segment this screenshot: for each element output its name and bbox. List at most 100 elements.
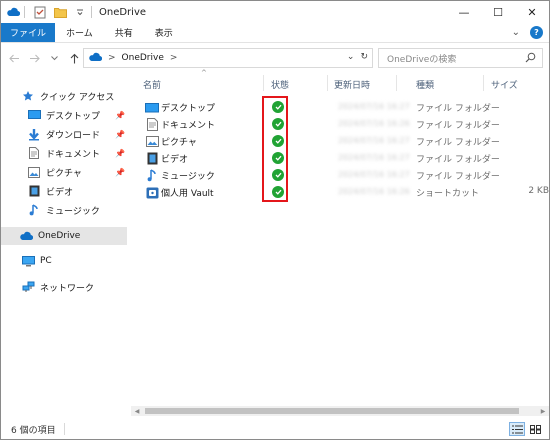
tab-file[interactable]: ファイル	[1, 23, 56, 42]
pin-icon[interactable]: 📌	[115, 130, 125, 139]
scrollbar-thumb[interactable]	[145, 408, 519, 414]
new-folder-icon[interactable]	[52, 4, 68, 20]
nav-label: ミュージック	[46, 206, 100, 217]
table-row[interactable]: ドキュメント 2024/07/16 16:26 ファイル フォルダー	[143, 116, 543, 133]
nav-label: PC	[40, 256, 52, 266]
nav-item-music[interactable]: ミュージック	[27, 201, 100, 219]
nav-label: ピクチャ	[46, 168, 82, 179]
file-type: ファイル フォルダー	[416, 104, 500, 114]
up-button[interactable]	[67, 49, 81, 67]
navigation-bar: > OneDrive > ⌄ ↻ OneDriveの検索	[1, 45, 549, 71]
nav-item-videos[interactable]: ビデオ	[27, 182, 73, 200]
desktop-folder-icon	[145, 101, 159, 114]
status-bar: 6 個の項目	[1, 419, 549, 439]
computer-icon	[21, 254, 35, 268]
column-divider[interactable]	[327, 75, 328, 91]
table-row[interactable]: ミュージック 2024/07/16 16:27 ファイル フォルダー	[143, 167, 543, 184]
status-column-highlight	[262, 96, 288, 202]
table-row[interactable]: 個人用 Vault 2024/07/16 16:26 ショートカット 2 KB	[143, 184, 549, 201]
pin-icon[interactable]: 📌	[115, 111, 125, 120]
properties-icon[interactable]	[32, 4, 48, 20]
recent-locations-button[interactable]	[47, 49, 61, 67]
help-icon: ?	[534, 28, 539, 37]
nav-item-documents[interactable]: ドキュメント 📌	[27, 144, 125, 162]
view-switcher	[509, 422, 543, 436]
nav-item-desktop[interactable]: デスクトップ 📌	[27, 106, 125, 124]
back-button[interactable]	[7, 49, 21, 67]
maximize-button[interactable]: ☐	[481, 1, 515, 23]
title-bar: OneDrive — ☐ ✕	[1, 1, 549, 23]
column-header-name[interactable]: 名前	[143, 75, 161, 93]
nav-item-pc[interactable]: PC	[21, 252, 52, 270]
table-row[interactable]: ピクチャ 2024/07/16 16:27 ファイル フォルダー	[143, 133, 543, 150]
onedrive-cloud-icon	[88, 52, 103, 65]
sort-ascending-icon: ^	[201, 69, 207, 77]
scroll-right-icon[interactable]: ▶	[537, 406, 549, 416]
vault-shortcut-icon	[145, 186, 159, 199]
explorer-window: OneDrive — ☐ ✕ ファイル ホーム 共有 表示 ⌄ ? > OneD…	[0, 0, 550, 440]
breadcrumb-onedrive[interactable]: OneDrive	[122, 53, 164, 63]
address-dropdown-button[interactable]: ⌄	[347, 52, 355, 62]
column-header-size[interactable]: サイズ	[491, 75, 518, 93]
horizontal-scrollbar[interactable]: ◀ ▶	[131, 406, 549, 416]
status-separator	[63, 423, 65, 435]
minimize-button[interactable]: —	[447, 1, 481, 23]
arrow-left-icon	[8, 54, 19, 62]
navigation-pane: クイック アクセス デスクトップ 📌 ダウンロード 📌 ドキュメント 📌 ピクチ…	[1, 71, 127, 415]
nav-quick-access[interactable]: クイック アクセス	[21, 87, 114, 105]
column-header-status[interactable]: 状態	[271, 75, 289, 93]
nav-item-pictures[interactable]: ピクチャ 📌	[27, 163, 125, 181]
file-name: ドキュメント	[161, 121, 216, 131]
details-view-icon	[511, 425, 523, 433]
address-bar[interactable]: > OneDrive > ⌄ ↻	[83, 48, 373, 68]
quick-access-toolbar-dropdown-icon[interactable]	[72, 4, 88, 20]
nav-label: ビデオ	[46, 187, 74, 198]
file-name: デスクトップ	[161, 104, 216, 114]
column-header-modified[interactable]: 更新日時	[334, 75, 370, 93]
document-folder-icon	[145, 118, 159, 131]
tab-share[interactable]: 共有	[104, 23, 144, 42]
file-type: ショートカット	[416, 189, 480, 199]
file-type: ファイル フォルダー	[416, 172, 500, 182]
file-list: ^ 名前 状態 更新日時 種類 サイズ デスクトップ 2024/07/16 16…	[131, 69, 549, 415]
file-type: ファイル フォルダー	[416, 138, 500, 148]
pin-icon[interactable]: 📌	[115, 149, 125, 158]
large-icons-view-button[interactable]	[527, 422, 543, 436]
nav-item-network[interactable]: ネットワーク	[21, 278, 94, 296]
search-icon	[525, 52, 536, 66]
table-row[interactable]: デスクトップ 2024/07/16 16:27 ファイル フォルダー	[143, 99, 543, 116]
file-type: ファイル フォルダー	[416, 155, 500, 165]
nav-label: OneDrive	[38, 231, 81, 241]
table-row[interactable]: ビデオ 2024/07/16 16:27 ファイル フォルダー	[143, 150, 543, 167]
breadcrumb-separator[interactable]: >	[108, 53, 116, 63]
breadcrumb-separator[interactable]: >	[170, 53, 178, 63]
refresh-button[interactable]: ↻	[360, 52, 368, 62]
desktop-icon	[27, 108, 41, 122]
nav-item-onedrive[interactable]: OneDrive	[1, 227, 127, 245]
forward-button[interactable]	[27, 49, 41, 67]
nav-item-downloads[interactable]: ダウンロード 📌	[27, 125, 125, 143]
scroll-left-icon[interactable]: ◀	[131, 406, 143, 416]
chevron-down-icon	[50, 55, 58, 60]
close-button[interactable]: ✕	[515, 1, 549, 23]
search-input[interactable]: OneDriveの検索	[378, 48, 543, 68]
details-view-button[interactable]	[509, 422, 525, 436]
music-folder-icon	[145, 169, 159, 182]
tab-view[interactable]: 表示	[144, 23, 184, 42]
column-divider[interactable]	[263, 75, 264, 91]
modified-date: 2024/07/16 16:26	[338, 187, 410, 196]
item-count: 6 個の項目	[11, 425, 56, 436]
tab-home[interactable]: ホーム	[55, 23, 104, 42]
star-icon	[21, 89, 35, 103]
column-header-type[interactable]: 種類	[416, 75, 434, 93]
file-name: ビデオ	[161, 155, 189, 165]
download-icon	[27, 127, 41, 141]
expand-ribbon-button[interactable]: ⌄	[512, 27, 520, 38]
file-type: ファイル フォルダー	[416, 121, 500, 131]
network-icon	[21, 280, 35, 294]
column-divider[interactable]	[396, 75, 397, 91]
help-button[interactable]: ?	[530, 26, 543, 39]
pin-icon[interactable]: 📌	[115, 168, 125, 177]
title-separator	[24, 6, 25, 18]
column-divider[interactable]	[483, 75, 484, 91]
